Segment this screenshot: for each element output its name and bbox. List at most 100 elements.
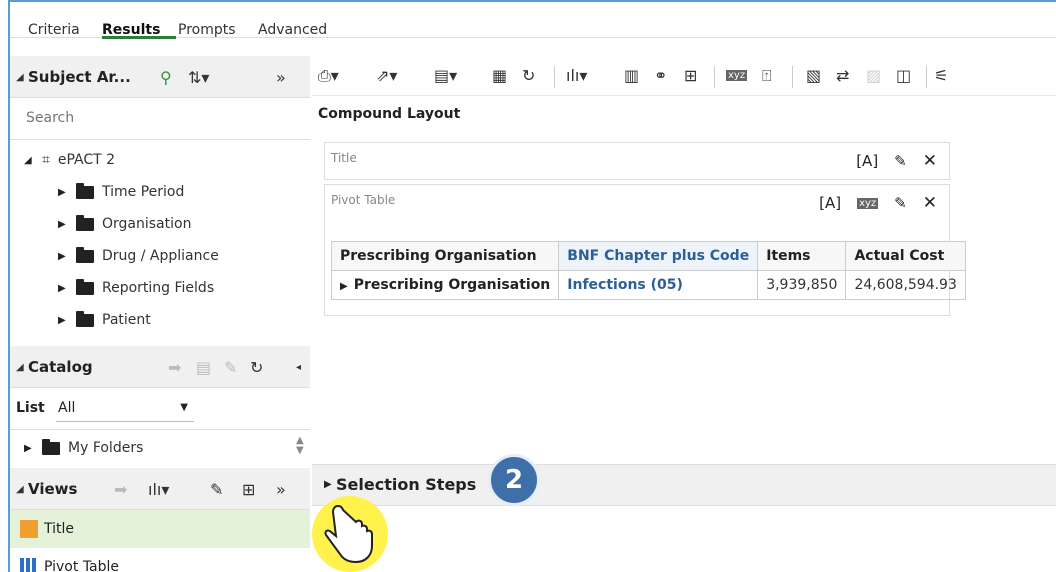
list-select[interactable]: All ▼ bbox=[56, 396, 194, 422]
collapse-left-icon[interactable]: ◂ bbox=[296, 362, 301, 373]
tree-folder-organisation[interactable]: ▶ Organisation bbox=[58, 208, 191, 240]
folder-icon bbox=[76, 278, 94, 295]
folder-icon bbox=[76, 182, 94, 199]
collapse-triangle-icon[interactable]: ◢ bbox=[16, 362, 24, 373]
tree-root[interactable]: ◢ ⌗ ePACT 2 bbox=[24, 144, 115, 176]
view-options-icon[interactable]: ⊞ bbox=[242, 480, 255, 499]
insert-column-icon[interactable]: ▧ bbox=[806, 66, 821, 85]
collapsed-arrow-icon[interactable]: ▶ bbox=[58, 219, 76, 230]
title-view-container[interactable]: Title [A] ✎ ✕ bbox=[324, 142, 950, 180]
collapsed-arrow-icon[interactable]: ▶ bbox=[58, 315, 76, 326]
close-icon[interactable]: ✕ bbox=[923, 193, 937, 213]
views-item-pivot-table[interactable]: Pivot Table bbox=[10, 548, 310, 572]
print-icon[interactable]: ⎙▾ bbox=[318, 66, 339, 86]
sort-icon[interactable]: ⇅▾ bbox=[188, 68, 209, 87]
pivot-cell-bnf[interactable]: Infections (05) bbox=[558, 270, 759, 300]
close-icon[interactable]: ✕ bbox=[923, 151, 937, 171]
chevron-down-icon: ▼ bbox=[180, 402, 188, 413]
edit-icon[interactable]: ✎ bbox=[210, 480, 223, 499]
title-view-icon bbox=[20, 520, 38, 538]
search-icon[interactable]: ⚲ bbox=[160, 68, 172, 87]
expand-pane-icon[interactable]: » bbox=[276, 480, 286, 499]
text-format-icon[interactable]: ⍐ bbox=[762, 66, 772, 86]
subject-area-icon: ⌗ bbox=[42, 152, 50, 168]
link-view-icon[interactable]: ⚭ bbox=[654, 66, 667, 85]
folder-icon bbox=[76, 310, 94, 327]
tab-criteria[interactable]: Criteria bbox=[28, 22, 80, 38]
tree-folder-patient[interactable]: ▶ Patient bbox=[58, 304, 151, 336]
xyz-icon[interactable]: xyz bbox=[857, 197, 879, 209]
new-view-icon[interactable]: ılı▾ bbox=[566, 66, 587, 85]
pivot-view-actions: [A] xyz ✎ ✕ bbox=[819, 193, 937, 213]
catalog-title: Catalog bbox=[28, 358, 93, 376]
pivot-header-items[interactable]: Items bbox=[757, 241, 847, 271]
folder-label: Time Period bbox=[102, 184, 185, 200]
step-badge: 2 bbox=[488, 454, 540, 506]
tab-prompts[interactable]: Prompts bbox=[178, 22, 236, 38]
refresh-icon[interactable]: ↻ bbox=[250, 358, 263, 377]
tab-bar: Criteria Results Prompts Advanced bbox=[10, 2, 1056, 39]
remove-icon[interactable]: ▨ bbox=[866, 66, 881, 85]
pointer-highlight bbox=[312, 496, 388, 572]
edit-pencil-icon[interactable]: ✎ bbox=[894, 152, 907, 170]
scroll-arrows-icon[interactable]: ▲ ▼ bbox=[296, 436, 304, 456]
selection-steps-bar[interactable]: ▶ Selection Steps bbox=[312, 464, 1056, 506]
expanded-arrow-icon[interactable]: ◢ bbox=[24, 155, 42, 166]
pivot-cell-items: 3,939,850 bbox=[757, 270, 847, 300]
list-select-value: All bbox=[58, 400, 76, 416]
toolbar-separator bbox=[714, 66, 715, 88]
selection-steps-title: Selection Steps bbox=[336, 475, 477, 494]
pivot-table: Prescribing Organisation BNF Chapter plu… bbox=[330, 241, 966, 300]
edit-pencil-icon[interactable]: ✎ bbox=[894, 194, 907, 212]
swap-icon[interactable]: ⇄ bbox=[836, 66, 849, 85]
tree-folder-time-period[interactable]: ▶ Time Period bbox=[58, 176, 184, 208]
tab-advanced[interactable]: Advanced bbox=[258, 22, 327, 38]
pivot-header-cost[interactable]: Actual Cost bbox=[845, 241, 966, 271]
collapsed-arrow-icon[interactable]: ▶ bbox=[324, 479, 332, 490]
tree-folder-reporting-fields[interactable]: ▶ Reporting Fields bbox=[58, 272, 214, 304]
split-icon[interactable]: ◫ bbox=[896, 66, 911, 85]
expand-pane-icon[interactable]: » bbox=[276, 68, 286, 87]
calculated-item-icon[interactable]: ⊞ bbox=[684, 66, 697, 85]
catalog-list-row: List All ▼ bbox=[10, 388, 310, 430]
properties-icon[interactable]: ▦ bbox=[492, 66, 507, 85]
title-view-actions: [A] ✎ ✕ bbox=[856, 151, 937, 171]
new-view-icon[interactable]: ılı▾ bbox=[148, 480, 169, 499]
add-view-icon[interactable]: ▥ bbox=[624, 66, 639, 85]
views-item-title[interactable]: Title bbox=[10, 510, 310, 548]
refresh-icon[interactable]: ↻ bbox=[522, 66, 535, 85]
pivot-cell-cost: 24,608,594.93 bbox=[845, 270, 966, 300]
arrow-right-icon[interactable]: ➡ bbox=[114, 480, 127, 499]
format-container-icon[interactable]: [A] bbox=[856, 152, 878, 170]
pivot-view-label: Pivot Table bbox=[331, 193, 396, 207]
search-input[interactable] bbox=[26, 110, 286, 126]
subject-area-header: ◢ Subject Ar... ⚲ ⇅▾ » bbox=[10, 56, 310, 98]
edit-icon[interactable]: ✎ bbox=[224, 358, 237, 377]
arrow-right-icon[interactable]: ➡ bbox=[168, 358, 181, 377]
tree-folder-drug-appliance[interactable]: ▶ Drug / Appliance bbox=[58, 240, 219, 272]
pivot-cell-org[interactable]: ▶ Prescribing Organisation bbox=[330, 270, 560, 300]
format-icon[interactable]: ▤▾ bbox=[434, 66, 457, 85]
format-container-icon[interactable]: [A] bbox=[819, 194, 841, 212]
catalog-folder-my-folders[interactable]: ▶ My Folders bbox=[24, 432, 143, 464]
pivot-header-org[interactable]: Prescribing Organisation bbox=[330, 241, 560, 271]
collapsed-arrow-icon[interactable]: ▶ bbox=[58, 187, 76, 198]
edit-view-icon[interactable]: ⚟ bbox=[934, 66, 948, 85]
collapse-triangle-icon[interactable]: ◢ bbox=[16, 484, 24, 495]
views-item-label: Title bbox=[44, 521, 75, 537]
pivot-view-container[interactable]: Pivot Table [A] xyz ✎ ✕ Prescribing Orga… bbox=[324, 184, 966, 316]
pivot-header-bnf[interactable]: BNF Chapter plus Code bbox=[558, 241, 759, 271]
collapse-triangle-icon[interactable]: ◢ bbox=[16, 72, 24, 83]
toolbar-separator bbox=[554, 66, 555, 88]
left-pane: ◢ Subject Ar... ⚲ ⇅▾ » ◢ ⌗ ePACT 2 ▶ Tim… bbox=[10, 56, 310, 572]
catalog-add-icon[interactable]: ▤ bbox=[196, 358, 211, 377]
folder-icon bbox=[76, 246, 94, 263]
collapsed-arrow-icon[interactable]: ▶ bbox=[24, 443, 42, 454]
xyz-icon[interactable]: xyz bbox=[726, 70, 748, 81]
collapsed-arrow-icon[interactable]: ▶ bbox=[58, 283, 76, 294]
folder-label: Patient bbox=[102, 312, 151, 328]
collapsed-arrow-icon[interactable]: ▶ bbox=[58, 251, 76, 262]
collapsed-arrow-icon[interactable]: ▶ bbox=[340, 281, 348, 292]
views-header: ◢ Views ➡ ılı▾ ✎ ⊞ » bbox=[10, 468, 310, 510]
export-icon[interactable]: ⇗▾ bbox=[376, 66, 397, 85]
